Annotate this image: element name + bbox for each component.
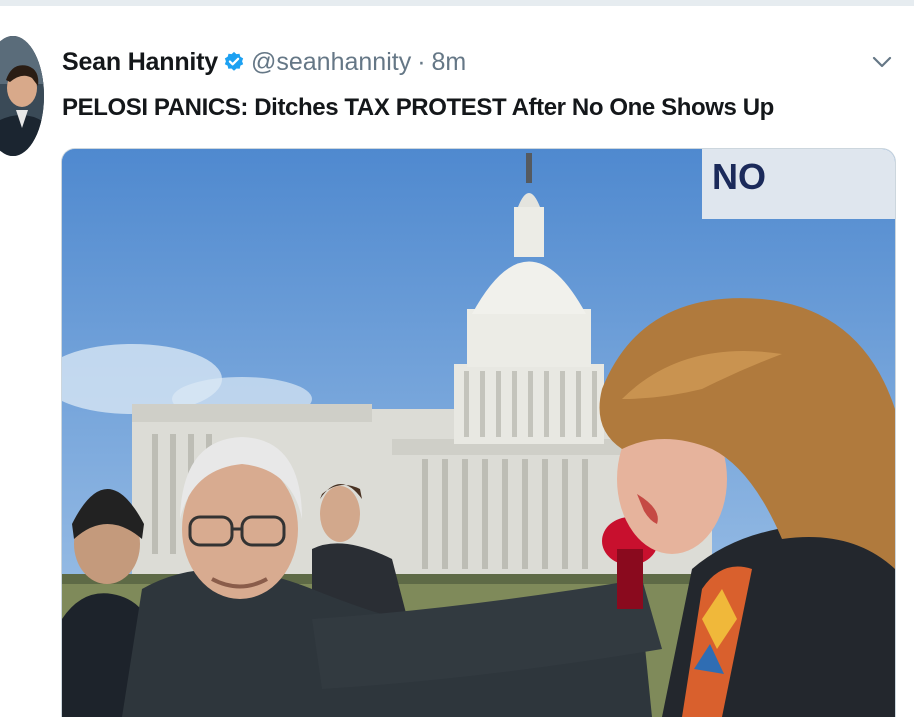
display-name[interactable]: Sean Hannity (62, 48, 218, 77)
tweet-timestamp[interactable]: 8m (432, 48, 467, 77)
meta-separator: · (417, 47, 426, 76)
user-handle[interactable]: @seanhannity (251, 48, 411, 77)
avatar[interactable] (0, 36, 44, 156)
tweet-header: Sean Hannity @seanhannity · 8m (62, 44, 466, 80)
verified-badge-icon (223, 51, 245, 73)
svg-text:NO: NO (712, 156, 766, 197)
tweet-text: PELOSI PANICS: Ditches TAX PROTEST After… (62, 94, 774, 121)
chevron-down-icon[interactable] (868, 48, 896, 76)
tweet-card[interactable]: Sean Hannity @seanhannity · 8m PELOSI PA… (0, 6, 914, 717)
tweet-photo[interactable]: NO (61, 148, 896, 717)
